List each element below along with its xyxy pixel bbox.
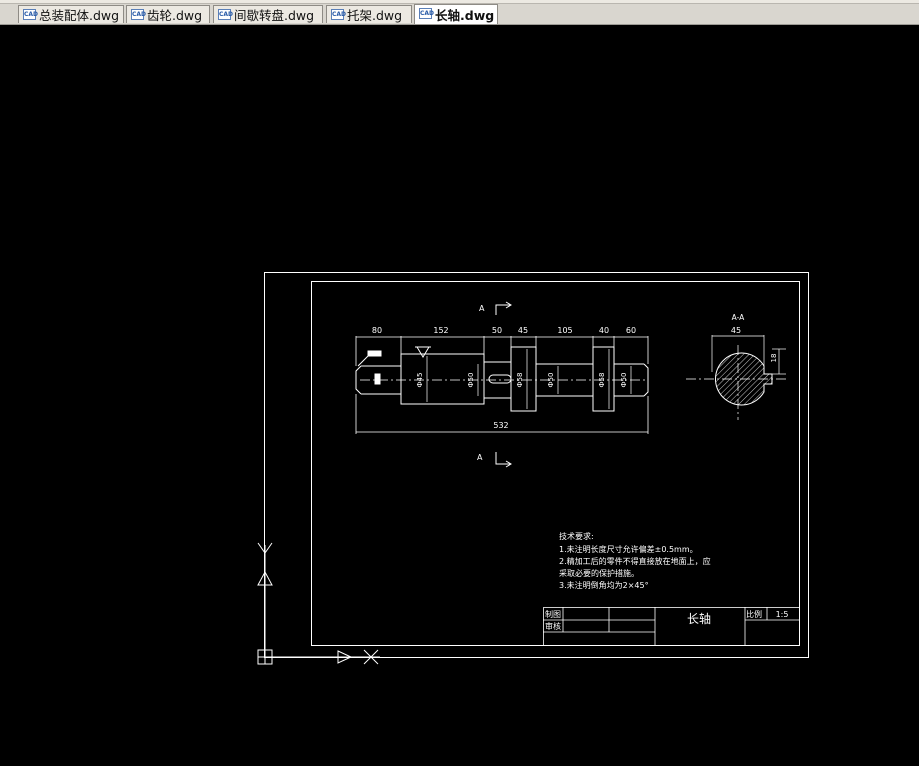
drawing-svg[interactable]: 80 152 50 45 105 40 60 532 Ф45 Ф50 Ф58 Ф…: [0, 25, 919, 762]
tech-requirements-title: 技术要求:: [559, 531, 594, 541]
scale-label: 比例: [746, 609, 762, 619]
tab-chilun[interactable]: CAD 齿轮.dwg: [126, 5, 210, 23]
tab-label: 总装配体.dwg: [39, 8, 120, 23]
dim-label: 45: [518, 326, 528, 335]
tech-requirement-line: 2.精加工后的零件不得直接放在地面上，应: [559, 556, 711, 566]
section-view-title: A-A: [732, 313, 746, 322]
dim-total-label: 532: [493, 421, 508, 430]
roughness-symbol: [415, 346, 431, 358]
tab-label: 齿轮.dwg: [147, 8, 203, 23]
title-checked-label: 审核: [545, 621, 561, 631]
dim-label: 60: [626, 326, 636, 335]
dwg-file-icon: CAD: [419, 8, 435, 19]
section-mark-label: A: [479, 304, 485, 313]
dwg-file-icon: CAD: [23, 9, 39, 20]
diameter-label: Ф58: [598, 373, 606, 388]
section-view-aa: [686, 335, 786, 420]
section-width-label: 45: [731, 326, 741, 335]
dwg-file-icon: CAD: [131, 9, 147, 20]
dim-label: 105: [557, 326, 572, 335]
tab-jianxie-zhuanpan[interactable]: CAD 间歇转盘.dwg: [213, 5, 323, 23]
dim-label: 152: [433, 326, 448, 335]
section-mark-label: A: [477, 453, 483, 462]
keyway-depth-label: 18: [770, 354, 778, 363]
diameter-label: Ф50: [467, 373, 475, 388]
document-tab-bar: CAD 总装配体.dwg CAD 齿轮.dwg CAD 间歇转盘.dwg CAD…: [0, 0, 919, 25]
part-name: 长轴: [687, 611, 711, 626]
diameter-label: Ф58: [516, 373, 524, 388]
section-cut-marker-bottom: [495, 452, 512, 468]
scale-value: 1:5: [776, 610, 789, 619]
tab-changzhou-active[interactable]: CAD 长轴.dwg: [414, 4, 498, 24]
tab-tuojia[interactable]: CAD 托架.dwg: [326, 5, 412, 23]
dim-label: 50: [492, 326, 502, 335]
tab-label: 托架.dwg: [347, 8, 403, 23]
tech-requirement-line: 3.未注明倒角均为2×45°: [559, 580, 649, 590]
tab-zongzhuangpeiti[interactable]: CAD 总装配体.dwg: [18, 5, 124, 23]
dwg-file-icon: CAD: [218, 9, 234, 20]
diameter-label: Ф45: [416, 373, 424, 388]
tab-label: 间歇转盘.dwg: [234, 8, 315, 23]
dim-label: 80: [372, 326, 382, 335]
sheet-outer-border: [264, 272, 809, 658]
section-cut-marker-top: [495, 301, 512, 315]
title-drawn-label: 制图: [545, 609, 561, 619]
tab-label: 长轴.dwg: [435, 8, 495, 23]
dim-label: 40: [599, 326, 609, 335]
diameter-label: Ф50: [547, 373, 555, 388]
drawing-canvas[interactable]: 80 152 50 45 105 40 60 532 Ф45 Ф50 Ф58 Ф…: [0, 25, 919, 762]
dwg-file-icon: CAD: [331, 9, 347, 20]
tech-requirement-line: 采取必要的保护措施。: [559, 568, 639, 578]
tech-requirement-line: 1.未注明长度尺寸允许偏差±0.5mm。: [559, 544, 698, 554]
diameter-label: Ф50: [620, 373, 628, 388]
